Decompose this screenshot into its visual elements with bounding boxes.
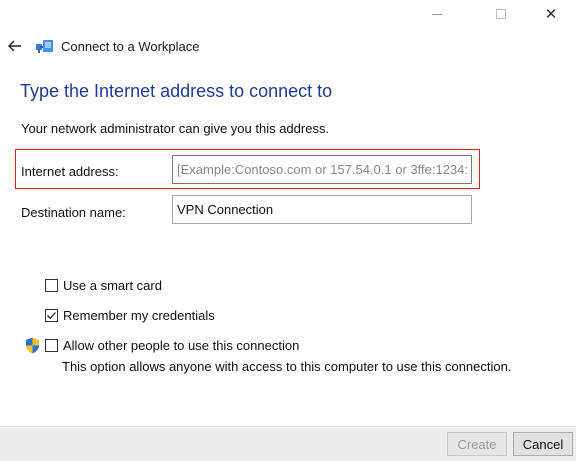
window-title: Connect to a Workplace [61,39,200,54]
minimize-icon [432,13,442,15]
destination-name-input[interactable] [172,195,472,224]
allow-others-note: This option allows anyone with access to… [62,359,512,374]
instruction-text: Your network administrator can give you … [21,121,330,136]
internet-address-input[interactable] [172,155,472,184]
back-arrow-icon [8,40,21,52]
minimize-button[interactable] [414,0,460,28]
destination-name-label: Destination name: [21,205,126,220]
remember-credentials-checkbox[interactable] [45,309,58,322]
smart-card-label: Use a smart card [63,278,162,293]
checkmark-icon [47,312,56,320]
create-button[interactable]: Create [447,432,507,456]
maximize-button[interactable] [478,0,524,28]
remember-credentials-option[interactable]: Remember my credentials [45,308,215,323]
remember-credentials-label: Remember my credentials [63,308,215,323]
page-heading: Type the Internet address to connect to [20,81,333,101]
smart-card-option[interactable]: Use a smart card [45,278,162,293]
smart-card-checkbox[interactable] [45,279,58,292]
allow-others-label: Allow other people to use this connectio… [63,338,300,353]
maximize-icon [496,9,506,19]
allow-others-checkbox[interactable] [45,339,58,352]
close-icon: ✕ [544,6,558,23]
allow-others-option[interactable]: Allow other people to use this connectio… [45,338,299,353]
internet-address-label: Internet address: [21,164,119,179]
connect-workplace-window: ✕ Connect to a Workplace Type the Intern… [0,0,576,461]
uac-shield-icon [26,337,39,354]
vpn-network-icon [36,40,53,53]
close-button[interactable]: ✕ [528,0,574,28]
cancel-button[interactable]: Cancel [513,432,573,456]
back-button[interactable] [6,37,24,55]
